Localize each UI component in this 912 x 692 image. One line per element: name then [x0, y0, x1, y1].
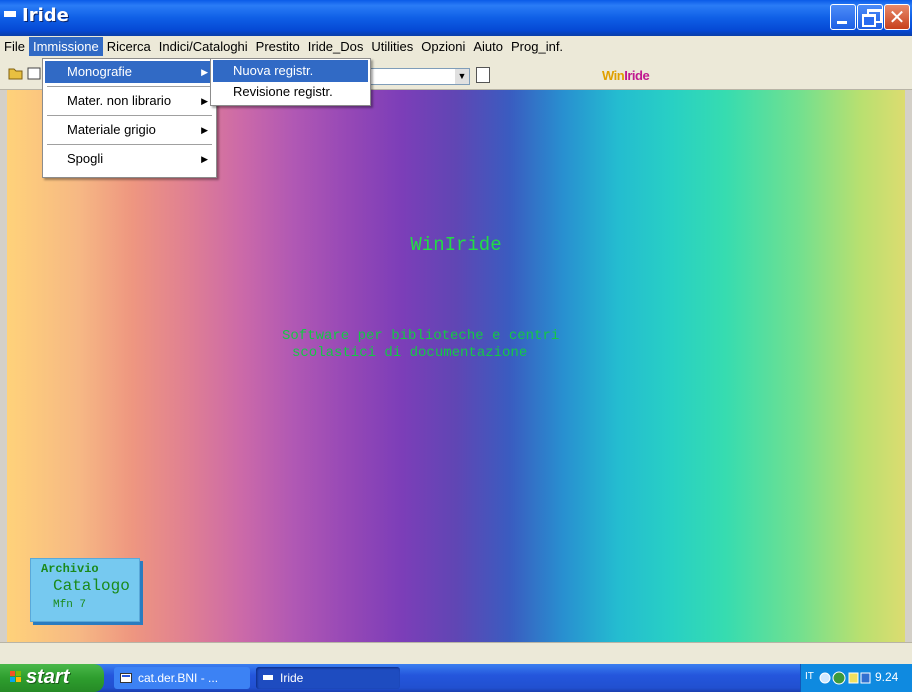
- app-subtitle: Software per biblioteche e centri scolas…: [282, 328, 662, 362]
- tray-icons[interactable]: [819, 670, 871, 686]
- menu-item-monografie[interactable]: Monografie ▶: [45, 61, 214, 83]
- taskbar-item-iride[interactable]: Iride: [256, 667, 400, 689]
- taskbar: start cat.der.BNI - ... Iride IT 9.24: [0, 664, 912, 692]
- winiride-logo: WinIride: [602, 68, 650, 83]
- menu-file[interactable]: File: [0, 37, 29, 56]
- logo-part-iride: Iride: [624, 68, 650, 83]
- menu-prestito[interactable]: Prestito: [252, 37, 304, 56]
- menu-opzioni[interactable]: Opzioni: [417, 37, 469, 56]
- clock[interactable]: 9.24: [875, 670, 898, 684]
- menu-item-label: Monografie: [67, 64, 133, 79]
- start-label: start: [26, 666, 70, 688]
- menu-item-label: Revisione registr.: [233, 84, 333, 99]
- menu-indici-cataloghi[interactable]: Indici/Cataloghi: [155, 37, 252, 56]
- submenu-arrow-icon: ▶: [201, 125, 208, 135]
- chevron-down-icon[interactable]: ▼: [455, 69, 469, 84]
- language-indicator[interactable]: IT: [805, 671, 814, 682]
- windows-flag-icon: [10, 671, 21, 682]
- submenu-arrow-icon: ▶: [201, 154, 208, 164]
- archive-mfn: Mfn 7: [53, 599, 87, 611]
- menu-immissione[interactable]: Immissione: [28, 37, 103, 56]
- taskbar-item-label: Iride: [280, 671, 304, 685]
- menu-item-label: Spogli: [67, 151, 104, 166]
- submenu-arrow-icon: ▶: [201, 96, 208, 106]
- menu-bar: File Immissione Ricerca Indici/Cataloghi…: [0, 36, 912, 57]
- close-button[interactable]: ✕: [884, 4, 910, 30]
- immissione-dropdown: Monografie ▶ Mater. non librario ▶ Mater…: [42, 58, 217, 178]
- subtitle-line-2: scolastici di documentazione: [292, 345, 528, 361]
- restore-button[interactable]: [857, 4, 883, 30]
- menu-ricerca[interactable]: Ricerca: [103, 37, 155, 56]
- status-bar: [0, 642, 912, 665]
- archive-panel[interactable]: Archivio Catalogo Mfn 7: [30, 558, 140, 622]
- menu-item-label: Mater. non librario: [67, 93, 172, 108]
- window-title: Iride: [22, 5, 69, 26]
- close-icon: ✕: [888, 5, 906, 29]
- menu-item-spogli[interactable]: Spogli ▶: [45, 148, 214, 170]
- document-icon: [120, 673, 132, 683]
- monografie-submenu: Nuova registr. Revisione registr.: [210, 58, 371, 106]
- archive-name: Catalogo: [53, 577, 130, 595]
- minimize-button[interactable]: [830, 4, 856, 30]
- menu-separator: [47, 144, 212, 145]
- document-icon[interactable]: [476, 67, 490, 83]
- taskbar-item-cat-der-bni[interactable]: cat.der.BNI - ...: [114, 667, 250, 689]
- menu-item-materiale-grigio[interactable]: Materiale grigio ▶: [45, 119, 214, 141]
- menu-item-label: Nuova registr.: [233, 63, 314, 78]
- menu-item-mater-non-librario[interactable]: Mater. non librario ▶: [45, 90, 214, 112]
- menu-separator: [47, 86, 212, 87]
- title-bar[interactable]: Iride ✕: [0, 0, 912, 36]
- menu-iride-dos[interactable]: Iride_Dos: [304, 37, 368, 56]
- menu-utilities[interactable]: Utilities: [367, 37, 417, 56]
- menu-item-revisione-registr[interactable]: Revisione registr.: [213, 81, 368, 103]
- menu-aiuto[interactable]: Aiuto: [469, 37, 507, 56]
- taskbar-item-label: cat.der.BNI - ...: [138, 671, 219, 685]
- menu-prog-inf[interactable]: Prog_inf.: [507, 37, 567, 56]
- app-window-icon[interactable]: [4, 11, 16, 17]
- app-window-icon: [263, 675, 273, 680]
- start-button[interactable]: start: [0, 664, 104, 692]
- menu-item-nuova-registr[interactable]: Nuova registr.: [213, 60, 368, 82]
- archive-label: Archivio: [41, 562, 99, 576]
- menu-separator: [47, 115, 212, 116]
- menu-item-label: Materiale grigio: [67, 122, 156, 137]
- system-tray: IT 9.24: [800, 664, 912, 692]
- logo-part-win: Win: [602, 68, 625, 83]
- subtitle-line-1: Software per biblioteche e centri: [282, 328, 560, 344]
- submenu-arrow-icon: ▶: [201, 67, 208, 77]
- app-title: WinIride: [410, 234, 502, 256]
